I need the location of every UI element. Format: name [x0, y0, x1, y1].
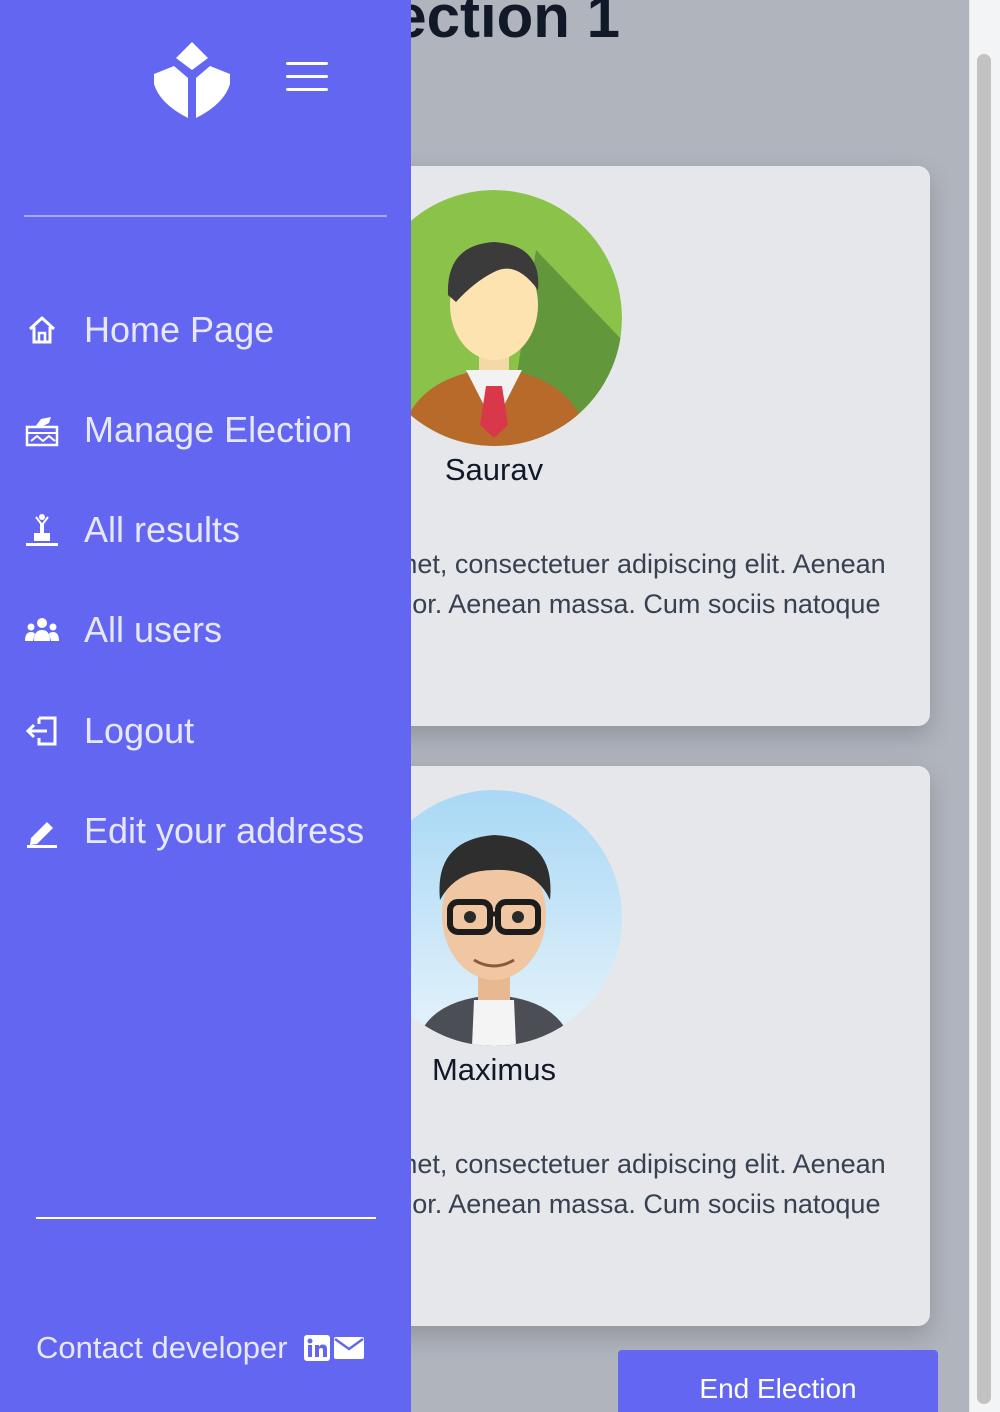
scrollbar-thumb[interactable]: [977, 54, 991, 1404]
sidebar-item-label: All users: [84, 609, 223, 650]
sidebar-item-manage-election[interactable]: Manage Election: [24, 400, 394, 460]
sidebar-item-home[interactable]: Home Page: [24, 300, 394, 360]
sidebar: Home Page Manage Election All results Al…: [0, 0, 411, 1412]
sidebar-item-label: All results: [84, 509, 241, 550]
sidebar-item-label: Home Page: [84, 309, 275, 350]
sidebar-item-label: Manage Election: [84, 409, 353, 450]
home-icon: [24, 312, 60, 348]
sidebar-item-all-results[interactable]: All results: [24, 500, 394, 560]
sidebar-item-label: Logout: [84, 710, 195, 751]
sidebar-item-label: Edit your address: [84, 810, 365, 851]
ballot-box-icon: [24, 412, 60, 448]
pencil-icon: [24, 813, 60, 849]
contact-developer-label: Contact developer: [36, 1330, 288, 1365]
hamburger-menu-icon[interactable]: [286, 62, 328, 94]
sidebar-item-logout[interactable]: Logout: [24, 701, 394, 761]
contact-developer: Contact developer: [36, 1330, 364, 1366]
podium-icon: [24, 512, 60, 548]
sidebar-divider: [24, 215, 387, 217]
logout-icon: [24, 713, 60, 749]
sidebar-item-all-users[interactable]: All users: [24, 600, 394, 660]
sidebar-item-edit-address[interactable]: Edit your address: [24, 801, 394, 861]
users-icon: [24, 612, 60, 648]
mail-icon[interactable]: [333, 1335, 364, 1361]
linkedin-icon[interactable]: [303, 1335, 330, 1361]
blocks-logo-icon[interactable]: [150, 38, 234, 122]
sidebar-divider: [36, 1217, 376, 1219]
vertical-scrollbar[interactable]: [969, 0, 1000, 1412]
end-election-button[interactable]: End Election: [618, 1350, 938, 1412]
